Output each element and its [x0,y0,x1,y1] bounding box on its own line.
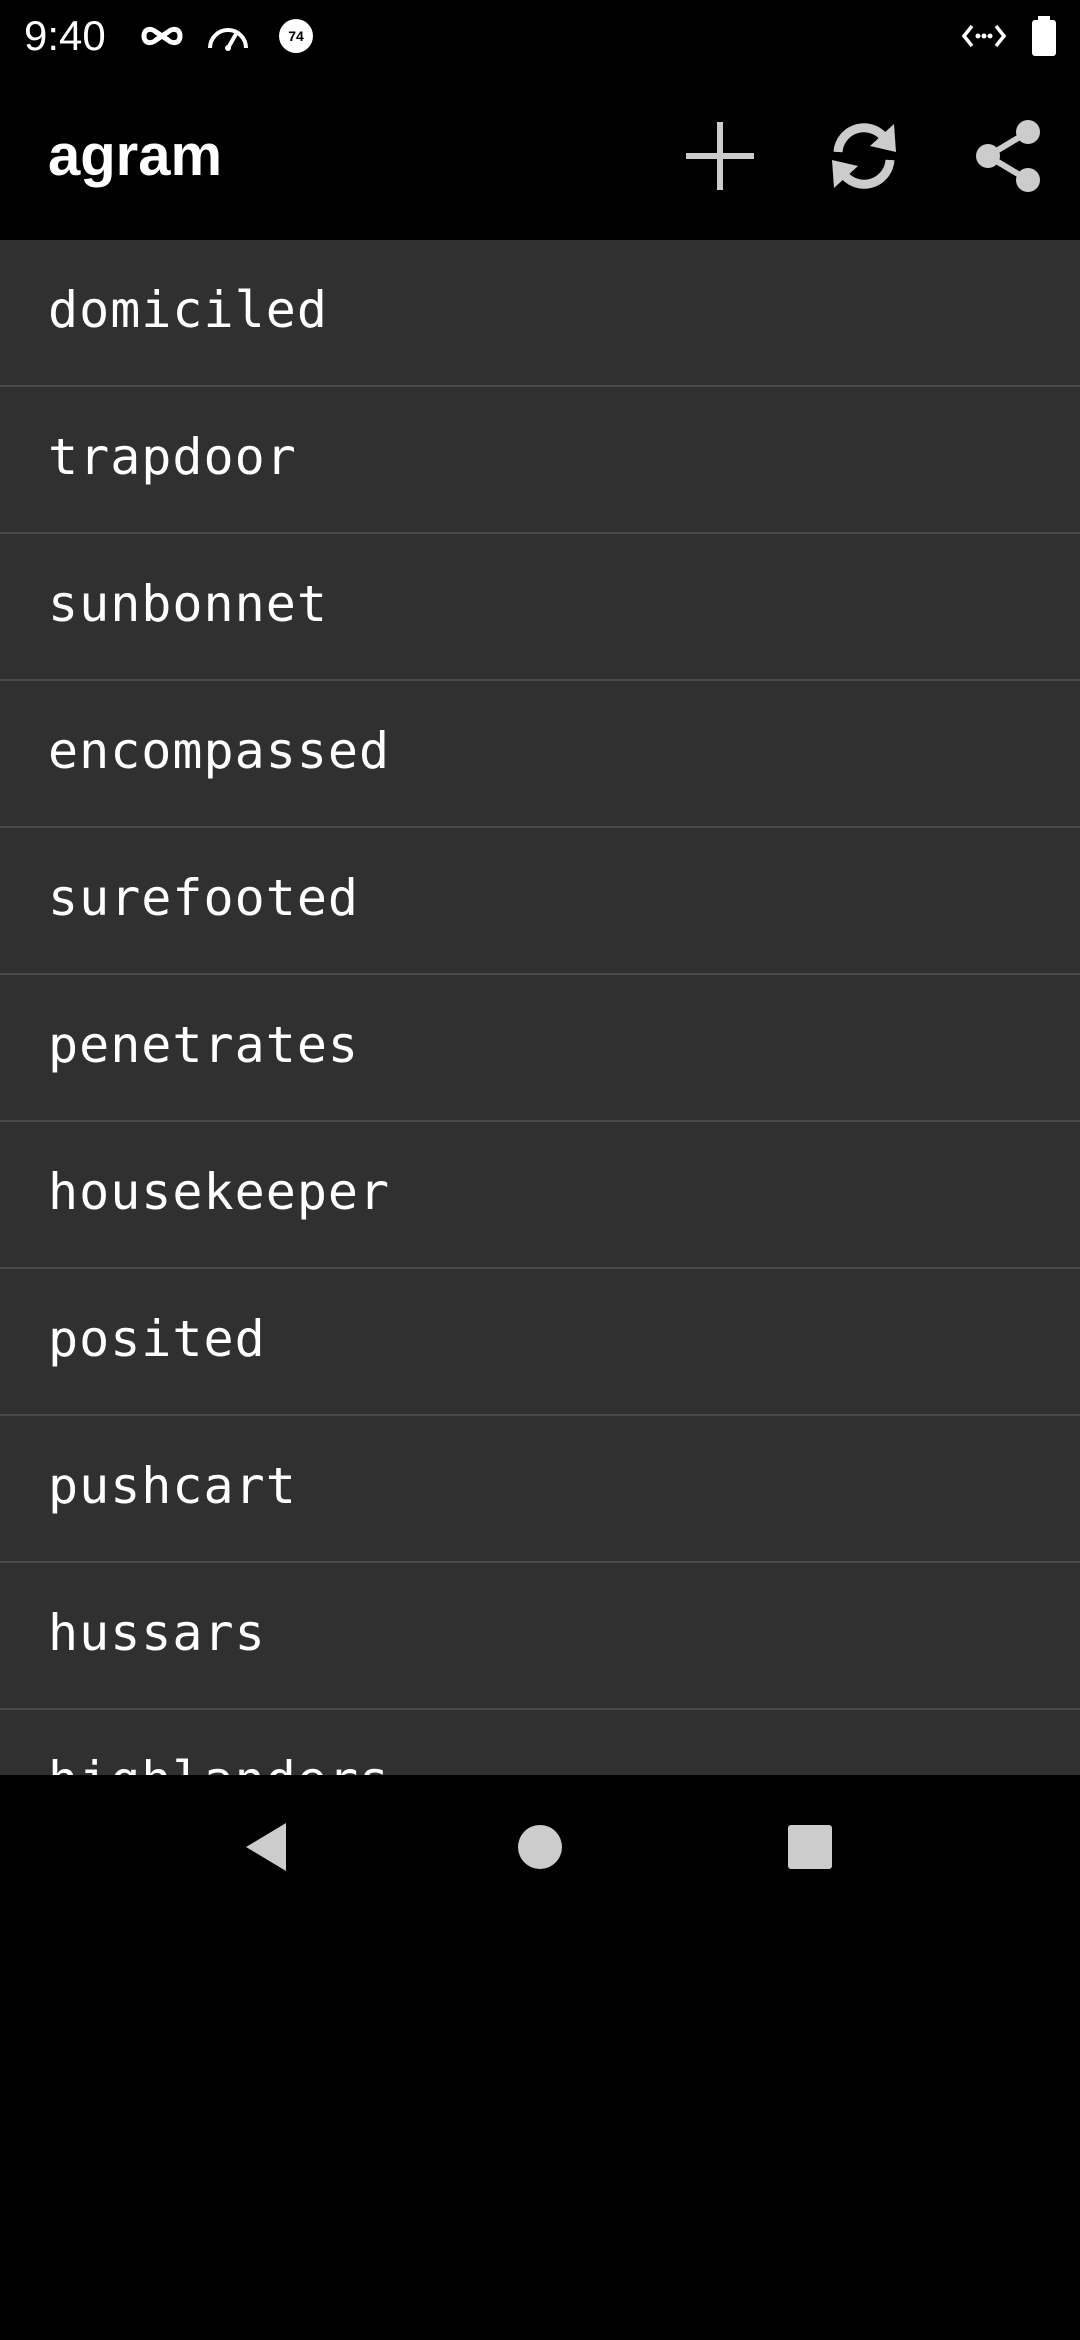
list-item[interactable]: sunbonnet [0,534,1080,681]
refresh-icon [832,123,896,189]
back-icon [246,1823,286,1871]
list-item-label: surefooted [48,869,360,927]
list-item[interactable]: surefooted [0,828,1080,975]
home-icon [518,1825,562,1869]
refresh-button[interactable] [816,108,912,204]
home-button[interactable] [490,1797,590,1897]
list-item[interactable]: housekeeper [0,1122,1080,1269]
list-item[interactable]: penetrates [0,975,1080,1122]
list-item[interactable]: encompassed [0,681,1080,828]
list-item-label: housekeeper [48,1163,391,1221]
list-item-label: posited [48,1310,266,1368]
navigation-bar [0,1775,1080,1920]
list-item-label: trapdoor [48,428,297,486]
empty-area [0,1920,1080,2340]
list-item[interactable]: pushcart [0,1416,1080,1563]
word-list[interactable]: domiciled trapdoor sunbonnet encompassed… [0,240,1080,1775]
list-item-label: domiciled [48,281,328,339]
recents-icon [788,1825,832,1869]
incognito-icon [141,26,183,46]
add-button[interactable] [672,108,768,204]
list-item[interactable]: domiciled [0,240,1080,387]
list-item[interactable]: hussars [0,1563,1080,1710]
list-item-label: pushcart [48,1457,297,1515]
list-item-label: penetrates [48,1016,360,1074]
data-transfer-icon [961,24,1007,48]
share-button[interactable] [960,108,1056,204]
notification-74-icon: 74 [279,19,313,53]
app-title: agram [48,123,223,188]
list-item[interactable]: trapdoor [0,387,1080,534]
list-item-label: highlanders [48,1748,390,1775]
battery-icon [1032,16,1056,56]
share-icon [976,120,1040,192]
list-item[interactable]: posited [0,1269,1080,1416]
status-bar: 9:40 74 [0,0,1080,72]
list-item-label: sunbonnet [48,575,328,633]
status-time: 9:40 [24,12,106,59]
app-bar: agram [0,72,1080,240]
list-item-label: hussars [48,1604,266,1662]
back-button[interactable] [218,1797,318,1897]
list-item[interactable]: highlanders [0,1710,1080,1775]
list-item-label: encompassed [48,722,391,780]
recents-button[interactable] [760,1797,860,1897]
notification-badge-value: 74 [288,28,304,44]
add-icon [686,122,754,190]
speedometer-icon [208,28,248,51]
